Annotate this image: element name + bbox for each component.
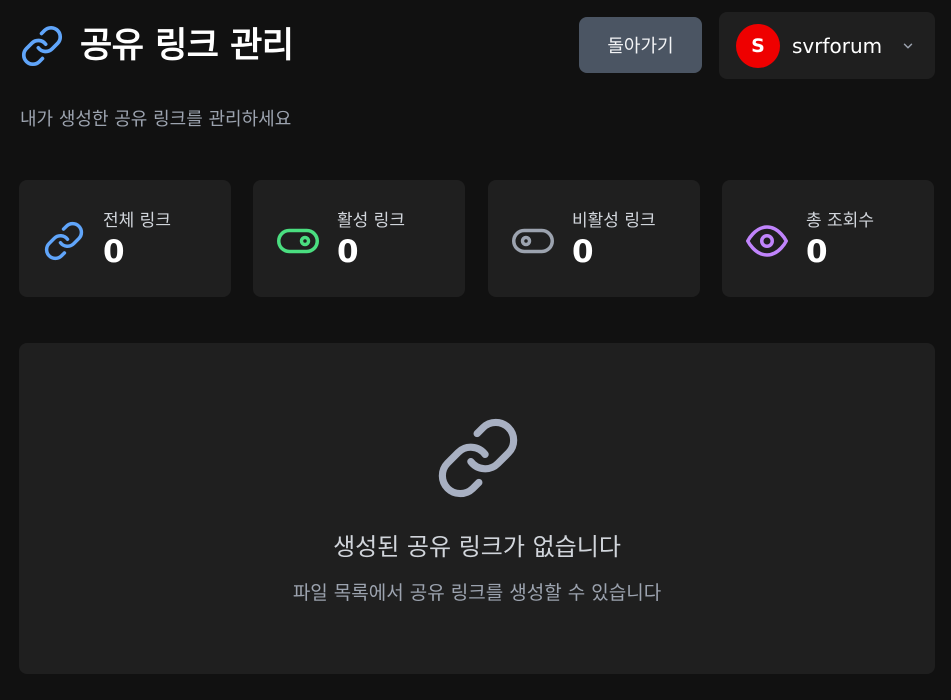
stat-value: 0: [572, 234, 594, 270]
stat-value: 0: [103, 234, 125, 270]
stat-card-active: 활성 링크 0: [253, 180, 465, 297]
page-header: 공유 링크 관리 돌아가기 S svrforum: [0, 0, 951, 95]
eye-icon: [744, 218, 790, 264]
link-icon: [20, 24, 64, 68]
page-subtitle: 내가 생성한 공유 링크를 관리하세요: [20, 109, 292, 130]
stat-card-inactive: 비활성 링크 0: [488, 180, 700, 297]
stat-card-total: 전체 링크 0: [19, 180, 231, 297]
chevron-down-icon: [901, 38, 915, 52]
stat-value: 0: [806, 234, 828, 270]
stat-label: 전체 링크: [103, 211, 171, 231]
page-title: 공유 링크 관리: [80, 26, 294, 66]
username: svrforum: [792, 33, 883, 58]
title-group: 공유 링크 관리: [20, 22, 294, 70]
stats-row: 전체 링크 0 활성 링크 0 비활성 링크 0 총 조회수 0: [19, 180, 935, 297]
empty-state-description: 파일 목록에서 공유 링크를 생성할 수 있습니다: [292, 582, 662, 604]
empty-state: 생성된 공유 링크가 없습니다 파일 목록에서 공유 링크를 생성할 수 있습니…: [19, 343, 935, 674]
toggle-on-icon: [275, 218, 321, 264]
stat-label: 활성 링크: [337, 211, 405, 231]
stat-card-views: 총 조회수 0: [722, 180, 934, 297]
stat-label: 비활성 링크: [572, 211, 656, 231]
back-button[interactable]: 돌아가기: [579, 17, 702, 73]
avatar: S: [736, 23, 780, 68]
link-icon: [41, 218, 87, 264]
link-icon: [433, 413, 523, 503]
toggle-off-icon: [510, 218, 556, 264]
stat-value: 0: [337, 234, 359, 270]
empty-state-title: 생성된 공유 링크가 없습니다: [333, 533, 621, 561]
stat-label: 총 조회수: [806, 211, 874, 231]
user-menu[interactable]: S svrforum: [719, 12, 935, 79]
